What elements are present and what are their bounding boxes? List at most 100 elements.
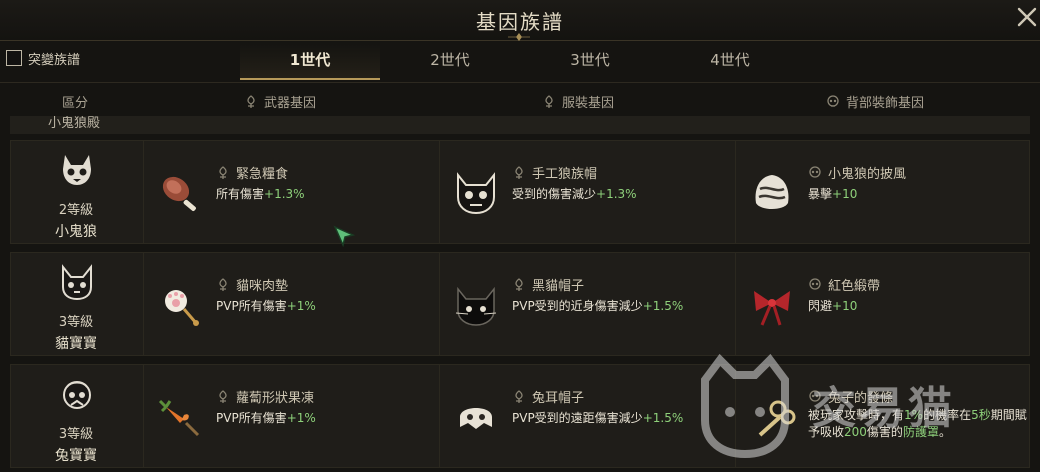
- mutation-lineage-checkbox[interactable]: 突變族譜: [6, 48, 80, 68]
- gene-name: 兔子的發條: [808, 387, 893, 406]
- window-title: 基因族譜: [476, 10, 564, 34]
- category-name: 小鬼狼: [55, 224, 97, 240]
- gene-name-text: 緊急糧食: [236, 167, 289, 182]
- category-cell: 2等級 小鬼狼: [11, 141, 141, 243]
- lineage-row[interactable]: 2等級 小鬼狼 緊急糧食 所有傷害+1.3% 手工狼族帽 受到的傷害減少+1.3…: [10, 140, 1030, 244]
- tab-generation-1[interactable]: 1世代: [240, 44, 380, 80]
- column-outfit-label: 服裝基因: [562, 96, 615, 111]
- gene-effect-text: 所有傷害: [216, 187, 265, 201]
- gene-effect-text: 受到的傷害減少: [512, 187, 597, 201]
- wind-up-key-icon: [758, 400, 796, 437]
- wolf-cape-icon: [755, 175, 789, 209]
- gene-name: 兔耳帽子: [512, 387, 584, 406]
- gene-effect-text: 的機率在: [923, 408, 972, 422]
- outfit-gene-cell[interactable]: 手工狼族帽 受到的傷害減少+1.3%: [439, 141, 735, 243]
- gene-effect-text: 。: [938, 425, 951, 439]
- partial-row-label: 小鬼狼殿: [48, 116, 101, 131]
- category-level: 3等級: [58, 427, 94, 442]
- gene-name-text: 兔子的發條: [828, 391, 894, 406]
- gene-effect-text: 暴擊: [808, 187, 833, 201]
- red-ribbon-icon: [754, 291, 790, 326]
- category-name: 貓寶寶: [55, 336, 97, 352]
- gene-effect-text: PVP所有傷害: [216, 411, 287, 425]
- weapon-gene-cell[interactable]: 蘿蔔形狀果凍 PVP所有傷害+1%: [143, 365, 439, 467]
- gene-effect: 受到的傷害減少+1.3%: [512, 185, 637, 202]
- bunny-hat-icon: [460, 408, 492, 429]
- gene-effect: 閃避+10: [808, 297, 857, 314]
- tab-generation-4[interactable]: 4世代: [660, 44, 800, 78]
- close-icon[interactable]: [1016, 6, 1038, 28]
- gene-name-text: 貓咪肉墊: [236, 279, 289, 294]
- gene-icon: [515, 165, 523, 179]
- gene-effect-text: PVP所有傷害: [216, 299, 287, 313]
- gene-effect-text: PVP受到的遠距傷害減少: [512, 411, 643, 425]
- carrot-icon: [158, 399, 200, 437]
- skull-gene-icon: [809, 389, 821, 402]
- gene-name-text: 黑貓帽子: [532, 279, 585, 294]
- wolf-skull-icon: [63, 155, 91, 185]
- lineage-row[interactable]: 3等級 兔寶寶 蘿蔔形狀果凍 PVP所有傷害+1% 兔耳帽子 PVP受到的遠距傷…: [10, 364, 1030, 468]
- column-weapon: 武器基因: [244, 92, 316, 111]
- gene-name-text: 蘿蔔形狀果凍: [236, 391, 315, 406]
- gene-name-text: 小鬼狼的披風: [828, 167, 907, 182]
- partial-row: 小鬼狼殿: [10, 116, 1030, 134]
- gene-icon: [515, 389, 523, 403]
- gene-name: 蘿蔔形狀果凍: [216, 387, 314, 406]
- column-back-label: 背部裝飾基因: [846, 96, 925, 111]
- category-cell: 3等級 兔寶寶: [11, 365, 141, 467]
- gene-effect: PVP受到的近身傷害減少+1.5%: [512, 297, 683, 314]
- back-gene-cell[interactable]: 紅色緞帶 閃避+10: [735, 253, 1031, 355]
- column-category-label: 區分: [62, 96, 89, 111]
- gene-icon: [219, 277, 227, 291]
- outfit-gene-cell[interactable]: 黑貓帽子 PVP受到的近身傷害減少+1.5%: [439, 253, 735, 355]
- gene-effect-value: +1.5%: [642, 299, 684, 313]
- column-back: 背部裝飾基因: [826, 92, 924, 111]
- gene-effect-value: 防護罩: [902, 425, 939, 439]
- gene-name: 紅色緞帶: [808, 275, 880, 294]
- gene-effect-text: PVP受到的近身傷害減少: [512, 299, 643, 313]
- gene-icon: [515, 277, 523, 291]
- generation-tabs: 1世代 2世代 3世代 4世代: [240, 44, 800, 80]
- wolf-hat-icon: [457, 172, 495, 215]
- gene-effect-value: +1%: [286, 411, 316, 425]
- gene-name: 小鬼狼的披風: [808, 163, 906, 182]
- gene-effect-value: 5秒: [971, 408, 991, 422]
- checkbox-box[interactable]: [6, 50, 22, 66]
- lineage-row[interactable]: 3等級 貓寶寶 貓咪肉墊 PVP所有傷害+1% 黑貓帽子 PVP受到的近身傷害減…: [10, 252, 1030, 356]
- cat-face-icon: [62, 264, 92, 301]
- column-category: 區分: [62, 92, 88, 111]
- category-level: 3等級: [58, 315, 94, 330]
- back-gene-cell[interactable]: 兔子的發條 被玩家攻擊時，有1%的機率在5秒期間賦予吸收200傷害的防護罩。: [735, 365, 1031, 467]
- rabbit-face-icon: [63, 381, 91, 409]
- paw-pad-icon: [165, 290, 199, 326]
- checkbox-label: 突變族譜: [28, 52, 81, 68]
- category-name: 兔寶寶: [55, 448, 97, 464]
- gene-effect-text: 傷害的: [866, 425, 903, 439]
- skull-gene-icon: [809, 165, 821, 178]
- category-level: 2等級: [58, 203, 94, 218]
- black-cat-hat-icon: [455, 286, 497, 326]
- gene-effect-value: +1.5%: [642, 411, 684, 425]
- tab-generation-2[interactable]: 2世代: [380, 44, 520, 78]
- gene-effect: 暴擊+10: [808, 185, 857, 202]
- gene-icon: [247, 94, 255, 108]
- mouse-cursor-icon: [333, 225, 355, 247]
- weapon-gene-cell[interactable]: 貓咪肉墊 PVP所有傷害+1%: [143, 253, 439, 355]
- weapon-gene-cell[interactable]: 緊急糧食 所有傷害+1.3%: [143, 141, 439, 243]
- gene-icon: [545, 94, 553, 108]
- title-bar: 基因族譜: [0, 0, 1040, 41]
- skull-gene-icon: [827, 94, 839, 107]
- gene-name-text: 兔耳帽子: [532, 391, 585, 406]
- gene-icon: [219, 165, 227, 179]
- gene-name: 黑貓帽子: [512, 275, 584, 294]
- gene-effect-text: 閃避: [808, 299, 833, 313]
- tabs-divider: [0, 82, 1040, 83]
- gene-name-text: 手工狼族帽: [532, 167, 598, 182]
- tab-generation-3[interactable]: 3世代: [520, 44, 660, 78]
- column-outfit: 服裝基因: [542, 92, 614, 111]
- gene-effect: PVP受到的遠距傷害減少+1.5%: [512, 409, 683, 426]
- outfit-gene-cell[interactable]: 兔耳帽子 PVP受到的遠距傷害減少+1.5%: [439, 365, 735, 467]
- gene-effect-text: 被玩家攻擊時，有: [808, 408, 905, 422]
- back-gene-cell[interactable]: 小鬼狼的披風 暴擊+10: [735, 141, 1031, 243]
- gene-effect-value: 200: [844, 425, 867, 439]
